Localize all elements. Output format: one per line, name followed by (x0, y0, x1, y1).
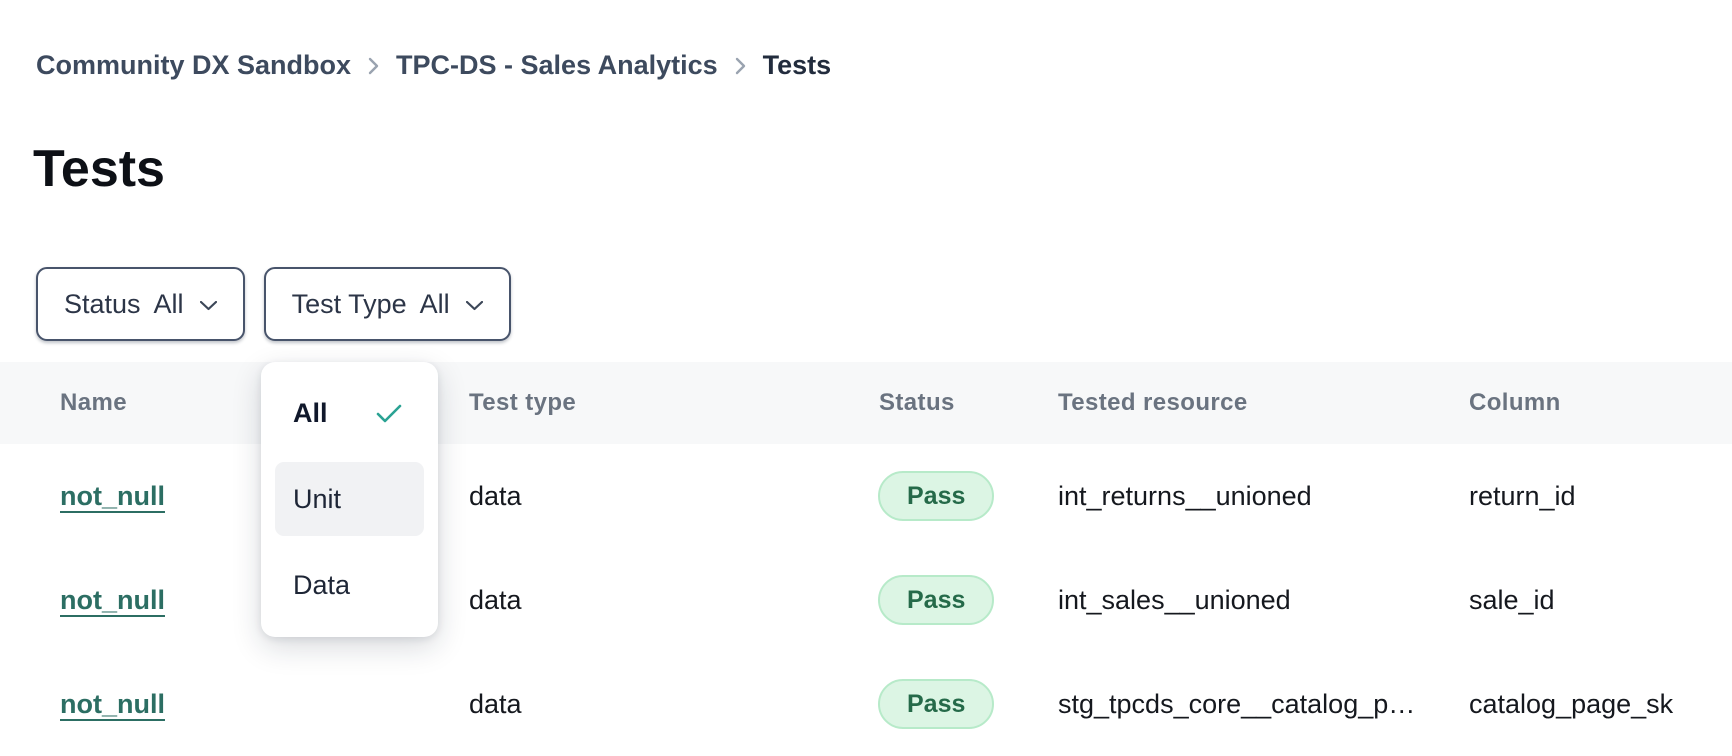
tested-resource-cell: int_sales__unioned (1058, 548, 1291, 652)
column-header-tested-resource: Tested resource (1058, 362, 1248, 444)
test-name-link[interactable]: not_null (60, 481, 165, 512)
test-type-filter-value: All (420, 289, 450, 320)
test-type-cell: data (469, 548, 522, 652)
chevron-down-icon (466, 301, 483, 311)
dropdown-option-data[interactable]: Data (275, 548, 424, 622)
test-type-dropdown-menu: All Unit Data (261, 362, 438, 637)
tested-resource-cell: stg_tpcds_core__catalog_p… (1058, 652, 1415, 756)
test-name-cell: not_null (60, 444, 165, 548)
test-name-link[interactable]: not_null (60, 689, 165, 720)
status-cell: Pass (878, 652, 994, 756)
column-cell: catalog_page_sk (1469, 652, 1673, 756)
column-header-name: Name (60, 362, 127, 444)
test-name-cell: not_null (60, 652, 165, 756)
breadcrumb-item-project[interactable]: TPC-DS - Sales Analytics (396, 50, 718, 81)
tested-resource-cell: int_returns__unioned (1058, 444, 1312, 548)
page-title: Tests (33, 139, 165, 199)
table-row: not_null data Pass int_sales__unioned sa… (0, 548, 1732, 653)
table-row: not_null data Pass int_returns__unioned … (0, 444, 1732, 549)
test-name-link[interactable]: not_null (60, 585, 165, 616)
chevron-right-icon (735, 57, 746, 75)
status-cell: Pass (878, 444, 994, 548)
status-badge: Pass (878, 575, 994, 625)
status-filter-label: Status (64, 289, 141, 320)
test-type-cell: data (469, 652, 522, 756)
filter-bar: Status All Test Type All (36, 267, 511, 341)
check-icon (376, 403, 402, 423)
column-cell: return_id (1469, 444, 1576, 548)
dropdown-option-all[interactable]: All (275, 376, 424, 450)
column-header-status: Status (879, 362, 955, 444)
test-type-filter-label: Test Type (292, 289, 407, 320)
breadcrumb-item-tests: Tests (763, 50, 832, 81)
status-filter-value: All (154, 289, 184, 320)
status-cell: Pass (878, 548, 994, 652)
dropdown-option-label: Data (293, 570, 350, 601)
table-row: not_null data Pass stg_tpcds_core__catal… (0, 652, 1732, 756)
chevron-right-icon (368, 57, 379, 75)
test-name-cell: not_null (60, 548, 165, 652)
chevron-down-icon (200, 301, 217, 311)
table-header-row: Name Test type Status Tested resource Co… (0, 362, 1732, 445)
column-header-column: Column (1469, 362, 1561, 444)
column-cell: sale_id (1469, 548, 1555, 652)
dropdown-option-label: All (293, 398, 328, 429)
status-badge: Pass (878, 471, 994, 521)
test-type-cell: data (469, 444, 522, 548)
dropdown-option-unit[interactable]: Unit (275, 462, 424, 536)
column-header-test-type: Test type (469, 362, 576, 444)
status-filter-button[interactable]: Status All (36, 267, 245, 341)
status-badge: Pass (878, 679, 994, 729)
test-type-filter-button[interactable]: Test Type All (264, 267, 511, 341)
breadcrumb: Community DX Sandbox TPC-DS - Sales Anal… (36, 50, 831, 81)
breadcrumb-item-workspace[interactable]: Community DX Sandbox (36, 50, 351, 81)
dropdown-option-label: Unit (293, 484, 341, 515)
